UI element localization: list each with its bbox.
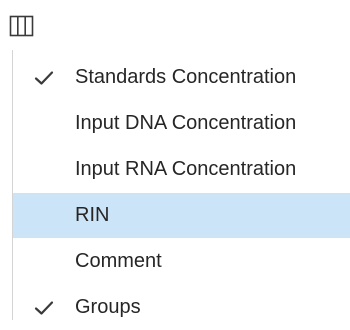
menu-item-label: Comment bbox=[75, 250, 162, 272]
checkmark-icon bbox=[34, 301, 54, 315]
columns-icon bbox=[9, 15, 34, 37]
menu-item-label: Standards Concentration bbox=[75, 66, 297, 88]
menu-item-comment[interactable]: Comment bbox=[13, 239, 350, 284]
menu-item-label: Input DNA Concentration bbox=[75, 112, 297, 134]
menu-item-input-dna-concentration[interactable]: Input DNA Concentration bbox=[13, 101, 350, 146]
checkmark-icon bbox=[34, 71, 54, 85]
check-slot bbox=[13, 147, 75, 192]
check-slot bbox=[13, 101, 75, 146]
menu-item-label: RIN bbox=[75, 204, 110, 226]
column-chooser-button[interactable] bbox=[8, 14, 38, 38]
menu-item-input-rna-concentration[interactable]: Input RNA Concentration bbox=[13, 147, 350, 192]
menu-item-standards-concentration[interactable]: Standards Concentration bbox=[13, 55, 350, 100]
column-visibility-menu: Standards Concentration Input DNA Concen… bbox=[12, 50, 350, 320]
check-slot bbox=[13, 285, 75, 330]
check-slot bbox=[13, 55, 75, 100]
menu-item-label: Groups bbox=[75, 296, 141, 318]
menu-item-groups[interactable]: Groups bbox=[13, 285, 350, 330]
check-slot bbox=[13, 239, 75, 284]
menu-item-label: Input RNA Concentration bbox=[75, 158, 297, 180]
check-slot bbox=[13, 193, 75, 238]
menu-item-rin[interactable]: RIN bbox=[13, 193, 350, 238]
